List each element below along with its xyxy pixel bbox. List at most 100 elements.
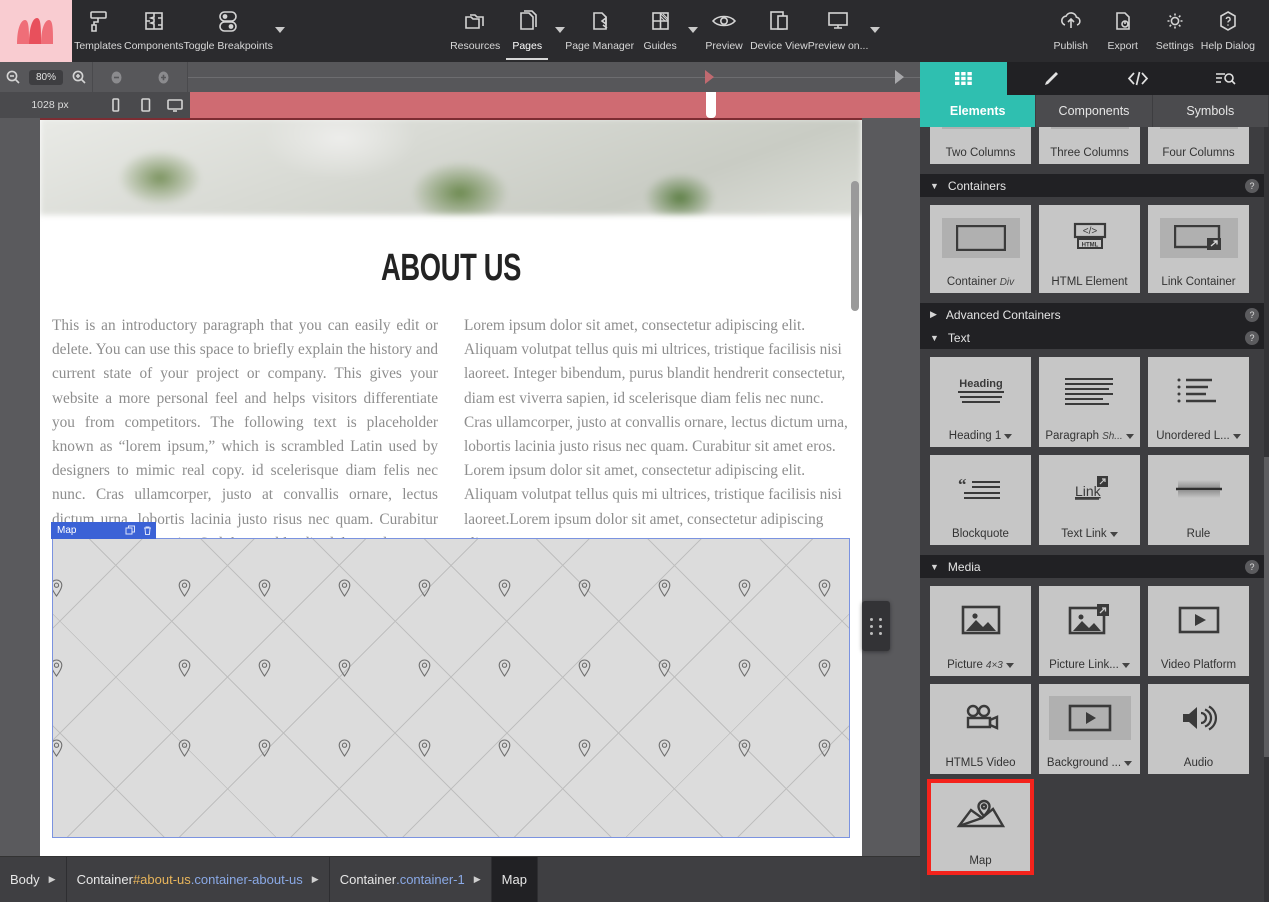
panel-tab-elements-icon[interactable] xyxy=(920,62,1008,95)
tile-paragraph[interactable]: Paragraph Sh... xyxy=(1039,357,1140,447)
tab-components[interactable]: Components xyxy=(1036,95,1153,127)
breakpoint-remove-button[interactable] xyxy=(93,62,140,92)
page-vertical-scrollbar[interactable] xyxy=(851,181,859,311)
device-desktop-button[interactable] xyxy=(160,97,190,113)
guides-caret-icon[interactable] xyxy=(688,27,699,33)
device-phone-button[interactable] xyxy=(100,97,130,113)
toolbar-item-publish[interactable]: Publish xyxy=(1045,0,1097,62)
panel-scrollbar-thumb[interactable] xyxy=(1264,457,1269,757)
toolbar-item-preview-on[interactable]: Preview on... xyxy=(808,0,868,62)
toolbar-item-export[interactable]: Export xyxy=(1097,0,1149,62)
tile-container[interactable]: Container Div xyxy=(930,205,1031,293)
chevron-down-icon[interactable] xyxy=(1232,433,1241,439)
chevron-down-icon[interactable] xyxy=(1004,433,1013,439)
toolbar-item-device-view[interactable]: Device View xyxy=(750,0,808,62)
tile-three-columns[interactable]: Three Columns xyxy=(1039,127,1140,164)
preview-on-caret-icon[interactable] xyxy=(870,27,881,33)
html-element-icon: </> HTML xyxy=(1039,205,1140,271)
toolbar-item-page-manager[interactable]: Page Manager xyxy=(565,0,634,62)
list-search-icon xyxy=(1216,73,1236,85)
chevron-down-icon[interactable] xyxy=(1109,531,1118,537)
chevron-down-icon[interactable] xyxy=(1121,662,1130,668)
zoom-level[interactable]: 80% xyxy=(29,69,64,85)
group-header-containers[interactable]: ▼ Containers ? xyxy=(920,174,1269,197)
page-heading[interactable]: ABOUT US xyxy=(155,247,747,290)
group-header-advanced-containers[interactable]: ▶ Advanced Containers ? xyxy=(920,303,1269,326)
help-icon[interactable]: ? xyxy=(1245,559,1259,574)
circle-plus-icon xyxy=(158,71,169,83)
duplicate-icon[interactable] xyxy=(122,522,139,539)
toolbar-label: Device View xyxy=(750,40,808,52)
page-document[interactable]: ABOUT US This is an introductory paragra… xyxy=(40,118,862,856)
group-header-media[interactable]: ▼ Media ? xyxy=(920,555,1269,578)
zoom-in-button[interactable] xyxy=(66,62,92,92)
tile-two-columns[interactable]: Two Columns xyxy=(930,127,1031,164)
tile-map[interactable]: Map xyxy=(927,779,1034,875)
tile-rule[interactable]: Rule xyxy=(1148,455,1249,545)
chevron-right-icon: ▶ xyxy=(930,309,937,319)
map-element[interactable] xyxy=(52,538,850,838)
tile-blockquote[interactable]: “ Blockquote xyxy=(930,455,1031,545)
viewport-resize-handle[interactable] xyxy=(706,92,716,118)
chevron-down-icon[interactable] xyxy=(1124,760,1133,766)
tile-link-container[interactable]: Link Container xyxy=(1148,205,1249,293)
chevron-down-icon[interactable] xyxy=(1125,433,1134,439)
device-tablet-button[interactable] xyxy=(130,97,160,113)
pinegrow-logo[interactable] xyxy=(0,0,72,62)
toolbar-item-components[interactable]: Components xyxy=(124,0,184,62)
breakpoint-rail[interactable] xyxy=(188,62,1029,92)
breadcrumb-item-container-1[interactable]: Container .container-1 ▶ xyxy=(330,857,492,902)
tile-html-element[interactable]: </> HTML HTML Element xyxy=(1039,205,1140,293)
pages-icon xyxy=(515,5,539,39)
pages-caret-icon[interactable] xyxy=(555,27,566,33)
tile-picture-link[interactable]: Picture Link... xyxy=(1039,586,1140,676)
toolbar-item-help-dialog[interactable]: Help Dialog xyxy=(1201,0,1255,62)
panel-tab-search-icon[interactable] xyxy=(1182,62,1269,95)
breakpoint-add-button[interactable] xyxy=(140,62,187,92)
tile-four-columns[interactable]: Four Columns xyxy=(1148,127,1249,164)
tile-text-link[interactable]: Link Text Link xyxy=(1039,455,1140,545)
panel-scrollbar[interactable] xyxy=(1264,127,1269,902)
toolbar-item-guides[interactable]: Guides xyxy=(634,0,686,62)
tile-background-video[interactable]: Background ... xyxy=(1039,684,1140,774)
breadcrumb-item-map[interactable]: Map xyxy=(491,857,538,902)
toolbar-item-templates[interactable]: Templates xyxy=(72,0,124,62)
panel-content[interactable]: Two Columns Three Columns Four Columns ▼… xyxy=(920,127,1269,902)
help-icon[interactable]: ? xyxy=(1245,178,1259,193)
viewport-width-track[interactable] xyxy=(190,92,920,118)
puzzle-icon xyxy=(141,5,167,39)
trash-icon[interactable] xyxy=(139,522,156,539)
picture-icon xyxy=(930,586,1031,654)
canvas-resize-handle[interactable] xyxy=(862,601,890,651)
toolbar-item-preview[interactable]: Preview xyxy=(698,0,750,62)
help-icon[interactable]: ? xyxy=(1245,330,1259,345)
tile-audio[interactable]: Audio xyxy=(1148,684,1249,774)
device-bar: 1028 px xyxy=(0,92,920,118)
help-icon[interactable]: ? xyxy=(1245,307,1259,322)
tile-heading-1[interactable]: Heading Heading 1 xyxy=(930,357,1031,447)
tab-elements[interactable]: Elements xyxy=(920,95,1037,127)
tile-video-platform[interactable]: Video Platform xyxy=(1148,586,1249,676)
tile-html5-video[interactable]: HTML5 Video xyxy=(930,684,1031,774)
breadcrumb-item-container-about-us[interactable]: Container #about-us .container-about-us … xyxy=(67,857,330,902)
breakpoint-marker[interactable] xyxy=(705,70,715,84)
panel-tab-code-icon[interactable] xyxy=(1095,62,1182,95)
toolbar-item-toggle-breakpoints[interactable]: Toggle Breakpoints xyxy=(184,0,273,62)
toolbar-item-pages[interactable]: Pages xyxy=(501,0,553,62)
breadcrumb-item-body[interactable]: Body ▶ xyxy=(0,857,67,902)
toolbar-item-settings[interactable]: Settings xyxy=(1149,0,1201,62)
toolbar-item-resources[interactable]: Resources xyxy=(449,0,501,62)
panel-tab-style-icon[interactable] xyxy=(1007,62,1094,95)
zoom-out-button[interactable] xyxy=(0,62,26,92)
breakpoint-marker[interactable] xyxy=(895,70,905,84)
tile-unordered-list[interactable]: Unordered L... xyxy=(1148,357,1249,447)
tile-picture[interactable]: Picture 4×3 xyxy=(930,586,1031,676)
tab-symbols[interactable]: Symbols xyxy=(1152,95,1269,127)
toolbar-label: Pages xyxy=(512,40,543,52)
toolbar-label: Page Manager xyxy=(565,40,635,52)
chevron-down-icon[interactable] xyxy=(1005,662,1014,668)
group-header-text[interactable]: ▼ Text ? xyxy=(920,326,1269,349)
hero-background-image[interactable] xyxy=(40,118,862,215)
toggle-breakpoints-caret-icon[interactable] xyxy=(274,27,285,33)
canvas-area[interactable]: ABOUT US This is an introductory paragra… xyxy=(0,118,920,856)
